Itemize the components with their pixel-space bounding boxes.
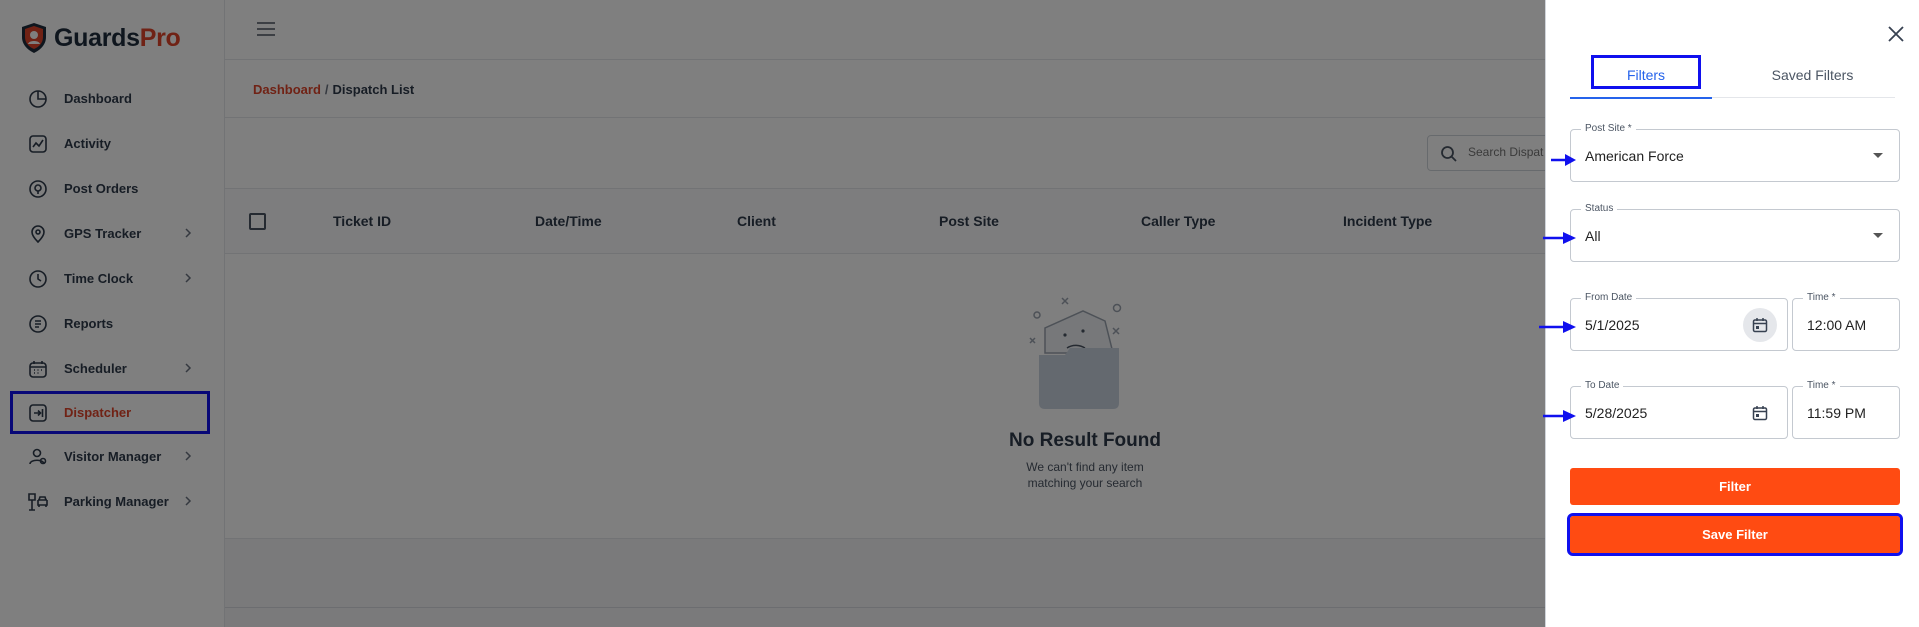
save-filter-button[interactable]: Save Filter xyxy=(1567,513,1903,556)
to-date-value: 5/28/2025 xyxy=(1585,404,1648,421)
from-time-value: 12:00 AM xyxy=(1807,316,1867,333)
tab-saved-filters[interactable]: Saved Filters xyxy=(1730,52,1895,98)
to-time-label: Time * xyxy=(1803,380,1840,391)
from-date-value: 5/1/2025 xyxy=(1585,316,1640,333)
annotation-arrow-icon xyxy=(1539,321,1576,333)
status-value: All xyxy=(1585,227,1601,244)
status-select[interactable]: Status All xyxy=(1570,203,1900,262)
post-site-label: Post Site * xyxy=(1581,123,1636,134)
caret-down-icon xyxy=(1873,232,1883,238)
filter-drawer: Filters Saved Filters Post Site * Americ… xyxy=(1539,0,1919,627)
status-label: Status xyxy=(1581,203,1618,214)
post-site-select[interactable]: Post Site * American Force xyxy=(1570,123,1900,182)
tab-active-indicator xyxy=(1570,97,1712,99)
caret-down-icon xyxy=(1873,152,1883,158)
tab-filters-label: Filters xyxy=(1626,67,1666,83)
annotation-arrow-icon xyxy=(1543,232,1576,244)
from-date-picker-button[interactable] xyxy=(1743,307,1777,342)
from-date-field[interactable]: From Date 5/1/2025 xyxy=(1570,292,1788,351)
to-date-field[interactable]: To Date 5/28/2025 xyxy=(1570,380,1788,439)
from-time-field[interactable]: Time * 12:00 AM xyxy=(1792,292,1900,351)
from-date-label: From Date xyxy=(1581,292,1637,303)
tab-saved-filters-label: Saved Filters xyxy=(1771,67,1854,83)
close-icon[interactable] xyxy=(1887,25,1905,43)
to-date-label: To Date xyxy=(1581,380,1624,391)
to-time-field[interactable]: Time * 11:59 PM xyxy=(1792,380,1900,439)
calendar-icon xyxy=(1752,405,1768,420)
calendar-icon xyxy=(1752,317,1768,332)
filter-button[interactable]: Filter xyxy=(1570,468,1900,505)
to-time-value: 11:59 PM xyxy=(1807,404,1866,421)
to-date-picker-button[interactable] xyxy=(1743,396,1777,430)
annotation-arrow-icon xyxy=(1551,154,1576,166)
annotation-arrow-icon xyxy=(1543,410,1576,422)
from-time-label: Time * xyxy=(1803,292,1840,303)
post-site-value: American Force xyxy=(1585,147,1684,164)
tab-filters[interactable]: Filters xyxy=(1570,52,1712,99)
modal-overlay[interactable] xyxy=(0,0,1545,627)
filter-tabs: Filters Saved Filters xyxy=(1570,52,1895,99)
